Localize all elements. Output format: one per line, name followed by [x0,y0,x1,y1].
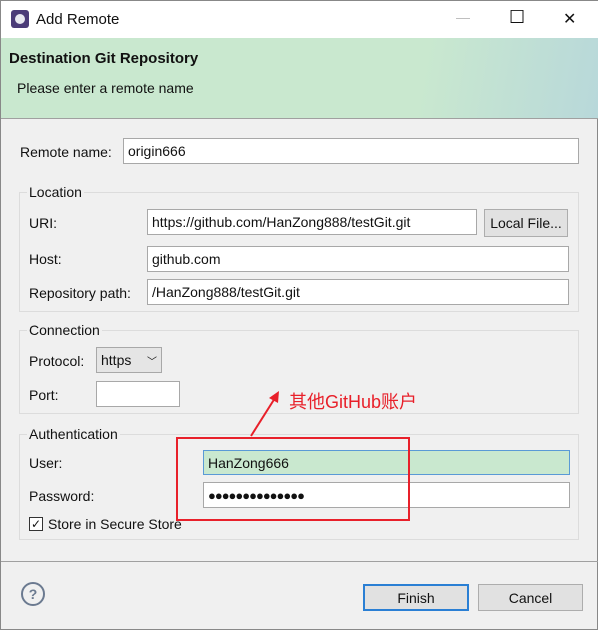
minimize-button[interactable]: — [456,9,470,25]
uri-label: URI: [29,215,57,231]
chevron-down-icon: ﹀ [147,356,157,368]
password-label: Password: [29,488,95,504]
remote-name-input[interactable]: origin666 [123,138,579,164]
cancel-button[interactable]: Cancel [478,584,583,611]
eclipse-app-icon [11,10,29,28]
window-title: Add Remote [36,11,120,28]
local-file-button[interactable]: Local File... [484,209,568,237]
host-label: Host: [29,251,62,267]
repository-path-label: Repository path: [29,285,131,301]
footer-separator [1,561,598,562]
store-secure-label: Store in Secure Store [48,516,182,532]
location-legend: Location [27,184,84,200]
authentication-legend: Authentication [27,426,120,442]
uri-input[interactable]: https://github.com/HanZong888/testGit.gi… [147,209,477,235]
header-message: Please enter a remote name [17,80,194,96]
user-label: User: [29,455,63,471]
close-button[interactable]: ✕ [563,9,576,29]
wizard-header: Destination Git Repository Please enter … [1,38,598,119]
finish-button[interactable]: Finish [363,584,469,611]
help-icon: ? [28,586,38,602]
annotation-arrow [250,391,279,437]
title-bar: Add Remote — ☐ ✕ [1,1,598,38]
host-input[interactable]: github.com [147,246,569,272]
repository-path-input[interactable]: /HanZong888/testGit.git [147,279,569,305]
protocol-select[interactable]: https ﹀ [96,347,162,373]
connection-legend: Connection [27,322,102,338]
port-input[interactable] [96,381,180,407]
annotation-highlight-box [176,437,410,521]
port-label: Port: [29,387,59,403]
remote-name-label: Remote name: [20,144,112,160]
maximize-button[interactable]: ☐ [509,7,525,28]
protocol-value: https [101,352,132,368]
store-secure-checkbox[interactable]: ✓ [29,517,43,531]
help-button[interactable]: ? [21,582,45,606]
protocol-label: Protocol: [29,353,85,369]
annotation-text: 其他GitHub账户 [289,392,418,412]
header-title: Destination Git Repository [9,50,199,67]
